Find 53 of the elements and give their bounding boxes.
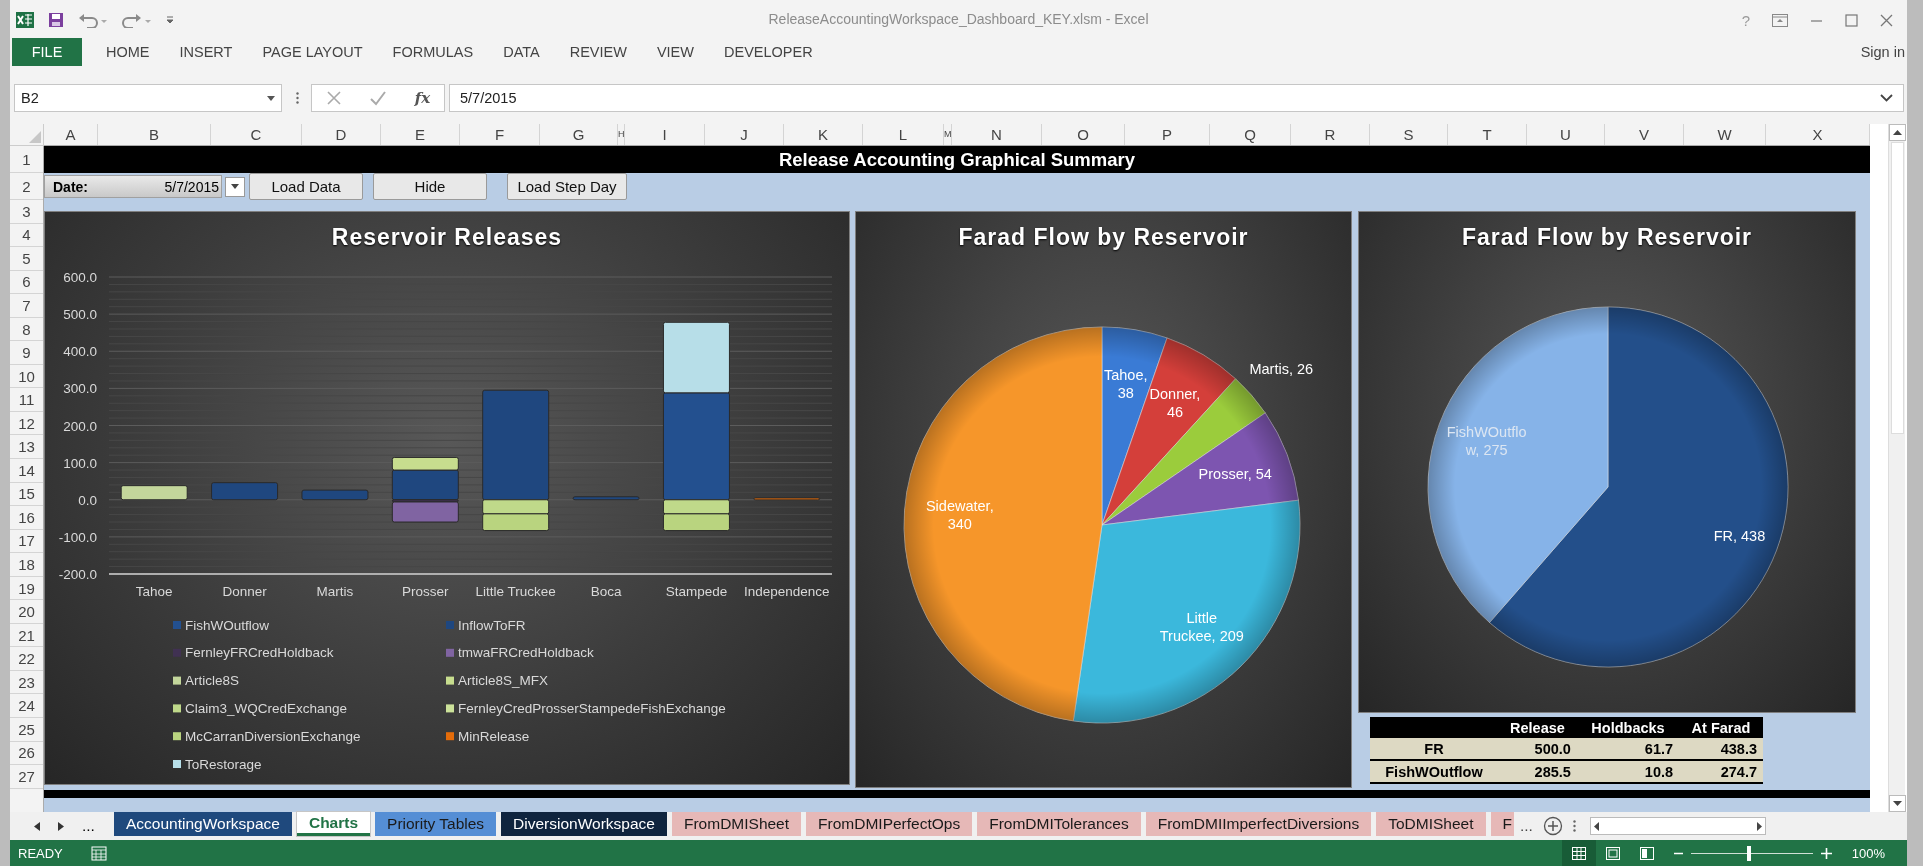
chart-title: Farad Flow by Reservoir <box>958 224 1249 250</box>
legend-label: Article8S <box>185 673 240 689</box>
chart-title: Reservoir Releases <box>331 224 563 250</box>
y-tick-label: 400.0 <box>63 344 97 360</box>
x-tick-label: Little Truckee <box>475 584 556 599</box>
x-tick-label: Donner <box>222 584 267 599</box>
table-cell: 10.8 <box>1644 763 1674 780</box>
x-tick-label: Independence <box>744 584 830 599</box>
table-cell: 285.5 <box>1534 763 1571 780</box>
dashboard-title: Release Accounting Graphical Summary <box>778 148 1136 171</box>
window-title: ReleaseAccountingWorkspace_Dashboard_KEY.xlsm - Excel <box>768 11 1149 27</box>
chart-title: Farad Flow by Reservoir <box>1461 224 1753 250</box>
legend-label: Claim3_WQCredExchange <box>185 700 348 716</box>
legend-label: ToRestorage <box>185 756 262 772</box>
column-heading: At Farad <box>1691 719 1751 736</box>
data-label: FishWOutflow, 275 <box>1446 423 1527 460</box>
x-tick-label: Tahoe <box>135 584 173 599</box>
data-label: Donner, 46 <box>1148 384 1202 421</box>
status-text: READY <box>18 845 63 861</box>
legend-label: FernleyCredProsserStampedeFishExchange <box>458 700 726 716</box>
table-cell: 500.0 <box>1534 740 1571 757</box>
data-label: Tahoe, 38 <box>1102 366 1149 403</box>
row-label: FishWOutflow <box>1385 763 1483 780</box>
legend-label: tmwaFRCredHoldback <box>458 645 594 661</box>
y-tick-label: -100.0 <box>58 529 97 545</box>
legend-label: MinRelease <box>458 728 530 744</box>
legend-label: Article8S_MFX <box>458 673 549 689</box>
legend-label: FishWOutflow <box>185 617 269 633</box>
column-heading: Release <box>1510 719 1565 736</box>
legend-label: InflowToFR <box>458 617 526 633</box>
y-tick-label: -200.0 <box>58 567 97 582</box>
data-label: Prosser, 54 <box>1198 465 1272 484</box>
x-tick-label: Stampede <box>665 584 728 599</box>
legend-label: McCarranDiversionExchange <box>185 728 361 744</box>
data-label: Martis, 26 <box>1249 360 1314 379</box>
y-tick-label: 100.0 <box>63 455 97 471</box>
x-tick-label: Martis <box>316 584 354 599</box>
data-label: Sidewater, 340 <box>924 496 995 533</box>
y-tick-label: 0.0 <box>78 492 97 508</box>
table-cell: 274.7 <box>1720 763 1757 780</box>
column-heading: Holdbacks <box>1591 719 1665 736</box>
row-label: FR <box>1424 740 1444 757</box>
y-tick-label: 300.0 <box>63 381 97 397</box>
table-cell: 61.7 <box>1644 740 1674 757</box>
y-tick-label: 200.0 <box>63 418 97 434</box>
legend-label: FernleyFRCredHoldback <box>185 645 334 661</box>
y-tick-label: 500.0 <box>63 307 97 323</box>
x-tick-label: Boca <box>590 584 622 599</box>
y-tick-label: 600.0 <box>63 270 97 285</box>
table-cell: 438.3 <box>1720 740 1757 757</box>
x-tick-label: Prosser <box>402 584 449 599</box>
data-label: FR, 438 <box>1713 527 1766 546</box>
data-label: Little Truckee, 209 <box>1158 608 1245 645</box>
